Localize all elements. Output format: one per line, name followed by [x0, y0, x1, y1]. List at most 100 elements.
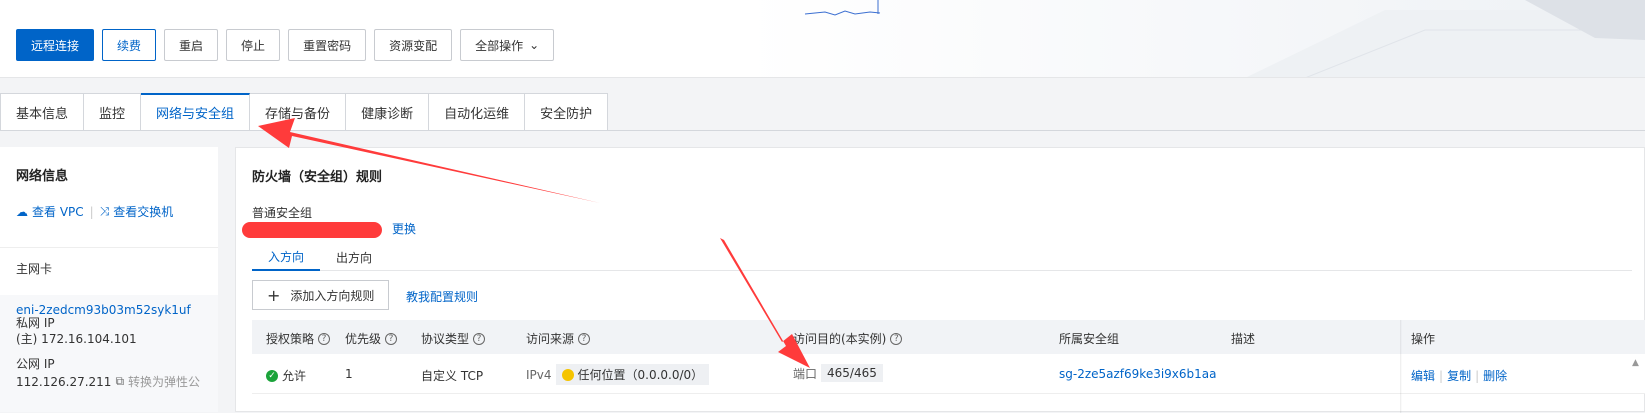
- col-desc-label: 描述: [1231, 332, 1256, 346]
- firewall-panel: 防火墙（安全组）规则 普通安全组 更换 入方向 出方向 + 添加入方向规则 教我…: [235, 147, 1645, 413]
- help-icon[interactable]: ?: [473, 332, 486, 345]
- security-group-type: 普通安全组: [252, 206, 313, 220]
- port-label: 端口: [793, 366, 818, 381]
- col-priority-label: 优先级: [345, 332, 382, 346]
- op-separator: |: [1475, 368, 1480, 383]
- help-icon[interactable]: ?: [318, 332, 331, 345]
- col-priority: 优先级?: [345, 330, 398, 347]
- col-source: 访问来源?: [526, 330, 591, 347]
- public-ip-row: 112.126.27.211 ⧉ 转换为弹性公: [16, 373, 200, 390]
- add-rule-label: 添加入方向规则: [290, 288, 375, 303]
- col-destination-label: 访问目的(本实例): [793, 332, 887, 346]
- view-vpc-label: 查看 VPC: [32, 205, 84, 219]
- firewall-title: 防火墙（安全组）规则: [252, 170, 383, 185]
- tab-network-security-group[interactable]: 网络与安全组: [141, 93, 251, 131]
- tab-label: 存储与备份: [265, 106, 331, 122]
- redaction-mark: [242, 222, 382, 238]
- col-ops-label: 操作: [1411, 332, 1436, 346]
- renew-label: 续费: [117, 38, 142, 53]
- private-ip-value: (主) 172.16.104.101: [16, 332, 137, 346]
- convert-eip-link[interactable]: 转换为弹性公: [128, 373, 200, 390]
- change-sg-link[interactable]: 更换: [392, 220, 416, 237]
- scroll-up-icon[interactable]: ▲: [1632, 358, 1639, 368]
- source-value: 任何位置（0.0.0.0/0）: [577, 368, 704, 382]
- copy-icon[interactable]: ⧉: [115, 374, 124, 389]
- add-inbound-rule-button[interactable]: + 添加入方向规则: [252, 280, 390, 310]
- op-separator: |: [1439, 368, 1444, 383]
- policy-value: 允许: [282, 369, 307, 383]
- source-cell: IPv4 任何位置（0.0.0.0/0）: [526, 364, 710, 385]
- tab-health-diagnosis[interactable]: 健康诊断: [346, 93, 430, 131]
- operations-cell: 编辑 | 复制 | 删除: [1411, 367, 1507, 384]
- help-icon[interactable]: ?: [890, 332, 903, 345]
- tab-monitoring[interactable]: 监控: [84, 93, 142, 131]
- resize-label: 资源变配: [389, 38, 438, 53]
- tab-inbound[interactable]: 入方向: [252, 244, 321, 271]
- public-ip-value: 112.126.27.211: [16, 374, 112, 389]
- help-icon[interactable]: ?: [578, 332, 591, 345]
- tab-outbound[interactable]: 出方向: [320, 244, 388, 271]
- stop-label: 停止: [241, 38, 266, 53]
- cloud-icon: ☁: [16, 204, 28, 219]
- copy-link[interactable]: 复制: [1447, 367, 1471, 384]
- security-group-link[interactable]: sg-2ze5azf69ke3i9x6b1aa: [1059, 367, 1217, 381]
- resize-button[interactable]: 资源变配: [374, 29, 453, 61]
- delete-link[interactable]: 删除: [1483, 367, 1507, 384]
- plus-icon: +: [267, 285, 281, 305]
- policy-cell: ✓ 允许: [266, 367, 306, 384]
- tab-storage-backup[interactable]: 存储与备份: [250, 93, 347, 131]
- fixed-column-shadow: [1400, 320, 1402, 413]
- remote-connect-button[interactable]: 远程连接: [16, 29, 95, 61]
- tab-label: 安全防护: [540, 106, 593, 122]
- port-value: 465/465: [827, 366, 877, 380]
- col-source-label: 访问来源: [526, 332, 575, 346]
- renew-button[interactable]: 续费: [102, 29, 157, 61]
- network-info-title: 网络信息: [16, 169, 69, 184]
- tab-automation-ops[interactable]: 自动化运维: [429, 93, 526, 131]
- banner-decoration: [745, 0, 1645, 77]
- tab-label: 健康诊断: [361, 106, 414, 122]
- tab-security-protection[interactable]: 安全防护: [525, 93, 609, 131]
- all-operations-label: 全部操作: [475, 38, 524, 53]
- priority-cell: 1: [345, 367, 353, 381]
- view-vpc-link[interactable]: ☁ 查看 VPC: [16, 203, 84, 220]
- destination-cell: 端口 465/465: [793, 364, 883, 382]
- col-security-group: 所属安全组: [1059, 330, 1119, 347]
- check-circle-icon: ✓: [266, 369, 278, 382]
- tab-label: 网络与安全组: [156, 107, 235, 122]
- direction-tabs: 入方向 出方向: [252, 244, 1632, 271]
- warning-icon: [561, 368, 574, 381]
- network-info-panel: 网络信息 ☁ 查看 VPC | ⤨ 查看交换机 主网卡 eni-2zedcm93…: [0, 147, 218, 412]
- view-vswitch-label: 查看交换机: [113, 205, 174, 219]
- detail-tabs: 基本信息 监控 网络与安全组 存储与备份 健康诊断 自动化运维 安全防护: [0, 93, 609, 131]
- teach-config-link[interactable]: 教我配置规则: [406, 288, 478, 305]
- col-policy-label: 授权策略: [266, 332, 315, 346]
- tab-label: 自动化运维: [444, 106, 510, 122]
- public-ip-label: 公网 IP: [16, 357, 55, 371]
- reset-password-label: 重置密码: [303, 38, 352, 53]
- table-row: ✓ 允许 1 自定义 TCP IPv4 任何位置（0.0.0.0/0） 端口 4…: [252, 354, 1645, 394]
- reset-password-button[interactable]: 重置密码: [288, 29, 367, 61]
- restart-button[interactable]: 重启: [164, 29, 219, 61]
- restart-label: 重启: [179, 38, 204, 53]
- col-policy: 授权策略?: [266, 330, 331, 347]
- switch-icon: ⤨: [99, 204, 110, 218]
- edit-link[interactable]: 编辑: [1411, 367, 1435, 384]
- col-description: 描述: [1231, 330, 1255, 347]
- col-sg-label: 所属安全组: [1059, 332, 1120, 346]
- view-vswitch-link[interactable]: ⤨ 查看交换机: [100, 203, 174, 220]
- tabs-divider: [0, 130, 1645, 131]
- primary-eni-label: 主网卡: [16, 262, 53, 276]
- tab-basic-info[interactable]: 基本信息: [0, 93, 85, 131]
- tab-label: 监控: [99, 106, 126, 122]
- col-protocol: 协议类型?: [421, 330, 486, 347]
- action-toolbar: 远程连接 续费 重启 停止 重置密码 资源变配 全部操作 ⌄: [16, 29, 555, 61]
- help-icon[interactable]: ?: [385, 332, 398, 345]
- divider: [0, 247, 218, 248]
- stop-button[interactable]: 停止: [226, 29, 281, 61]
- network-links: ☁ 查看 VPC | ⤨ 查看交换机: [16, 203, 173, 220]
- all-operations-dropdown[interactable]: 全部操作 ⌄: [460, 29, 555, 61]
- col-destination: 访问目的(本实例)?: [793, 330, 903, 347]
- private-ip-label: 私网 IP: [16, 316, 55, 330]
- remote-connect-label: 远程连接: [31, 38, 80, 53]
